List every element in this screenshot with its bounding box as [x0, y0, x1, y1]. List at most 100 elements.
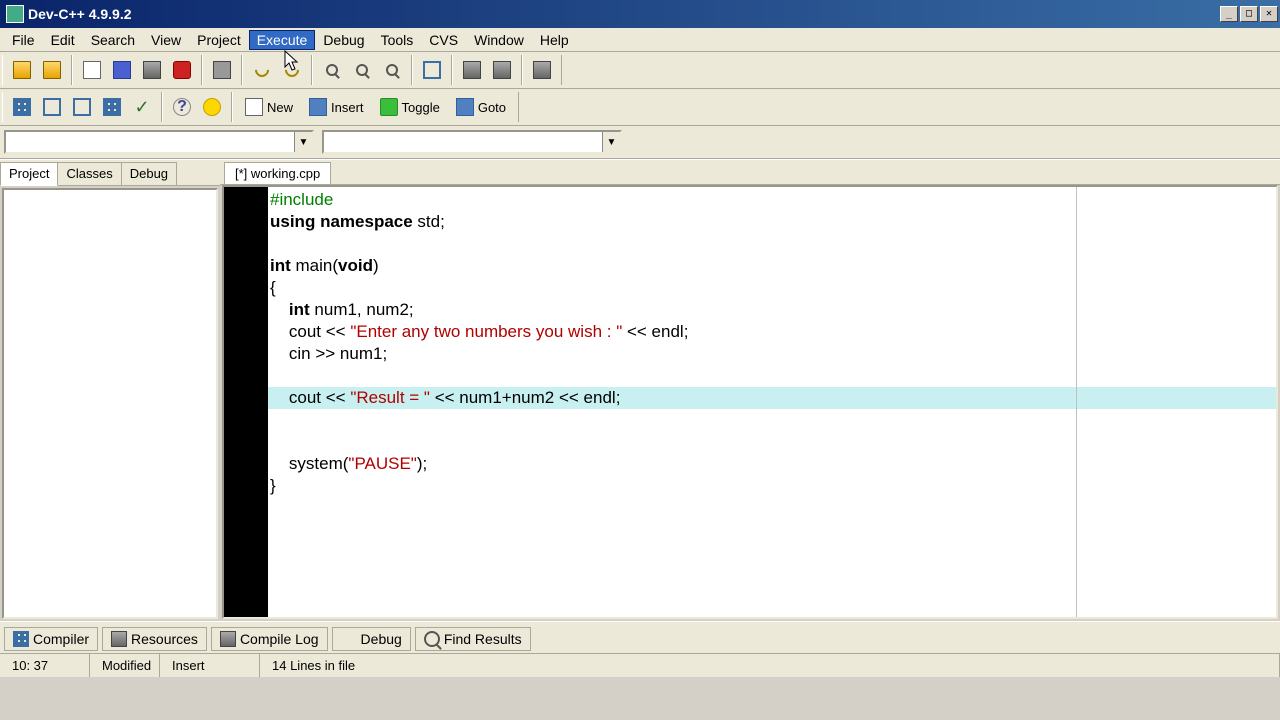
bottom-tab-find-results[interactable]: Find Results	[415, 627, 531, 651]
toggle-button[interactable]: Toggle	[374, 93, 446, 121]
main-toolbar	[0, 52, 1280, 89]
side-tab-debug[interactable]: Debug	[121, 162, 177, 185]
menu-cvs[interactable]: CVS	[421, 30, 466, 50]
close-button[interactable]: ✕	[1260, 6, 1278, 22]
undo-button[interactable]	[248, 56, 276, 84]
grid2-icon	[103, 98, 121, 116]
about-button[interactable]	[198, 93, 226, 121]
menu-edit[interactable]: Edit	[43, 30, 83, 50]
save-button[interactable]	[108, 56, 136, 84]
side-tab-project[interactable]: Project	[0, 162, 58, 186]
close-file-button[interactable]	[168, 56, 196, 84]
question-icon: ?	[173, 98, 191, 116]
combo-toolbar: ▼ ▼	[0, 126, 1280, 159]
compiler-icon	[13, 631, 29, 647]
code-line: cout << "Enter any two numbers you wish …	[268, 321, 1276, 343]
bottom-tab-resources[interactable]: Resources	[102, 627, 207, 651]
menu-view[interactable]: View	[143, 30, 189, 50]
box1-button[interactable]	[38, 93, 66, 121]
compile-log-icon	[220, 631, 236, 647]
resources-icon	[111, 631, 127, 647]
code-line: #include	[268, 189, 1276, 211]
file-tab-label: [*] working.cpp	[235, 166, 320, 181]
menu-project[interactable]: Project	[189, 30, 249, 50]
run-button[interactable]	[488, 56, 516, 84]
help-button[interactable]: ?	[168, 93, 196, 121]
code-line	[268, 233, 1276, 255]
minimize-button[interactable]: _	[1220, 6, 1238, 22]
page-new-icon	[245, 98, 263, 116]
project-button[interactable]	[38, 56, 66, 84]
goto-button[interactable]: Goto	[450, 93, 512, 121]
grid2-button[interactable]	[98, 93, 126, 121]
box2-icon	[73, 98, 91, 116]
page-icon	[83, 61, 101, 79]
gutter	[224, 187, 268, 617]
redo-button[interactable]	[278, 56, 306, 84]
new-file-button[interactable]	[78, 56, 106, 84]
status-lines: 14 Lines in file	[260, 654, 1280, 677]
side-tab-classes[interactable]: Classes	[57, 162, 121, 185]
maximize-button[interactable]: □	[1240, 6, 1258, 22]
find-button[interactable]	[318, 56, 346, 84]
status-insert-mode: Insert	[160, 654, 260, 677]
bottom-tab-label: Compiler	[33, 631, 89, 647]
print-icon	[213, 61, 231, 79]
menu-tools[interactable]: Tools	[373, 30, 422, 50]
save-all-button[interactable]	[138, 56, 166, 84]
secondary-toolbar: ✓ ? New Insert Toggle Goto	[0, 89, 1280, 126]
status-position: 10: 37	[0, 654, 90, 677]
replace-button[interactable]	[348, 56, 376, 84]
print-margin	[1076, 187, 1077, 617]
rebuild-button[interactable]	[528, 56, 556, 84]
open-button[interactable]	[8, 56, 36, 84]
editor-area: [*] working.cpp #includeusing namespace …	[220, 160, 1280, 621]
rebuild-icon	[533, 61, 551, 79]
function-combo[interactable]: ▼	[322, 130, 622, 154]
insert-button[interactable]: Insert	[303, 93, 370, 121]
insert-icon	[309, 98, 327, 116]
menu-window[interactable]: Window	[466, 30, 532, 50]
window-controls: _ □ ✕	[1220, 6, 1278, 22]
compile-button[interactable]	[458, 56, 486, 84]
menu-search[interactable]: Search	[83, 30, 143, 50]
menu-file[interactable]: File	[4, 30, 43, 50]
grid1-button[interactable]	[8, 93, 36, 121]
new-button[interactable]: New	[239, 93, 299, 121]
grid-icon	[13, 98, 31, 116]
search-icon	[326, 64, 338, 76]
menubar: FileEditSearchViewProjectExecuteDebugToo…	[0, 28, 1280, 52]
menu-execute[interactable]: Execute	[249, 30, 316, 50]
goto-line-button[interactable]	[418, 56, 446, 84]
print-button[interactable]	[208, 56, 236, 84]
menu-help[interactable]: Help	[532, 30, 577, 50]
box-icon	[43, 98, 61, 116]
compile-icon	[463, 61, 481, 79]
bottom-tabs: Compiler Resources Compile LogDebugFind Re…	[0, 621, 1280, 653]
find-again-button[interactable]	[378, 56, 406, 84]
code-content[interactable]: #includeusing namespace std; int main(vo…	[268, 187, 1276, 617]
check-icon: ✓	[134, 99, 149, 115]
redo-icon	[282, 60, 302, 80]
debug-icon	[341, 631, 357, 647]
dropdown-icon: ▼	[294, 132, 312, 152]
file-tab-working[interactable]: [*] working.cpp	[224, 162, 331, 184]
goto-icon	[456, 98, 474, 116]
goto-label: Goto	[478, 100, 506, 115]
project-tree[interactable]	[2, 188, 218, 619]
side-tabs: ProjectClassesDebug	[0, 160, 220, 186]
code-line	[268, 365, 1276, 387]
search-again-icon	[386, 64, 398, 76]
bottom-tab-compiler[interactable]: Compiler	[4, 627, 98, 651]
code-line: int num1, num2;	[268, 299, 1276, 321]
bottom-tab-label: Resources	[131, 631, 198, 647]
code-editor[interactable]: #includeusing namespace std; int main(vo…	[222, 185, 1278, 619]
box2-button[interactable]	[68, 93, 96, 121]
check-button[interactable]: ✓	[128, 93, 156, 121]
class-combo[interactable]: ▼	[4, 130, 314, 154]
menu-debug[interactable]: Debug	[315, 30, 372, 50]
bottom-tab-debug[interactable]: Debug	[332, 627, 411, 651]
toggle-icon	[380, 98, 398, 116]
bottom-tab-compile-log[interactable]: Compile Log	[211, 627, 328, 651]
close-file-icon	[173, 61, 191, 79]
